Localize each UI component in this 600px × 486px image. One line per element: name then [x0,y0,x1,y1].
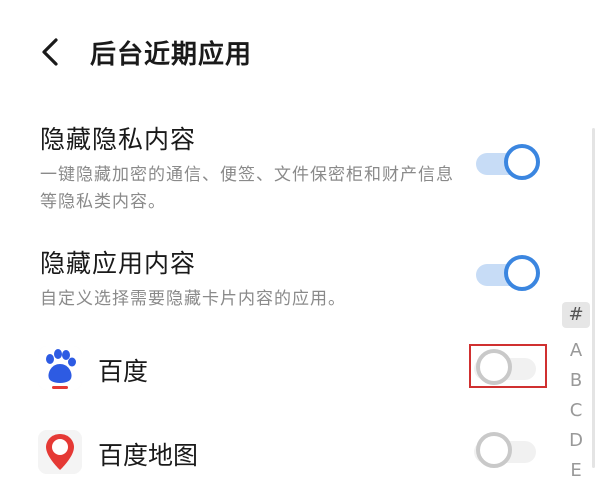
toggle-knob [504,144,540,180]
alphabet-index-bar: # A B C D E [562,302,590,486]
top-bar: 后台近期应用 [0,0,600,100]
baidu-icon [38,346,82,390]
index-item-e[interactable]: E [562,456,590,486]
toggle-knob [504,255,540,291]
app-name: 百度 [98,357,149,386]
index-item-hash[interactable]: # [562,302,590,328]
setting-title: 隐藏隐私内容 [40,125,197,154]
toggle-knob [476,432,512,468]
index-item-a[interactable]: A [562,336,590,366]
baidu-map-icon [38,430,82,474]
hide-private-content-toggle[interactable] [476,144,540,184]
app-name: 百度地图 [98,441,199,470]
page-title: 后台近期应用 [90,40,253,70]
chevron-left-icon [42,38,58,66]
hide-app-content-toggle[interactable] [476,255,540,295]
setting-hide-app-content: 隐藏应用内容 自定义选择需要隐藏卡片内容的应用。 [40,244,460,313]
setting-description: 一键隐藏加密的通信、便签、文件保密柜和财产信息等隐私类内容。 [40,165,454,212]
setting-hide-private-content: 隐藏隐私内容 一键隐藏加密的通信、便签、文件保密柜和财产信息等隐私类内容。 [40,120,460,216]
baidu-toggle[interactable] [474,349,536,389]
baidu-map-toggle[interactable] [474,432,536,472]
setting-title: 隐藏应用内容 [40,249,197,278]
scrollbar[interactable] [592,128,595,468]
index-item-c[interactable]: C [562,396,590,426]
index-item-d[interactable]: D [562,426,590,456]
toggle-knob [476,349,512,385]
back-button[interactable] [34,34,70,70]
index-item-b[interactable]: B [562,366,590,396]
setting-description: 自定义选择需要隐藏卡片内容的应用。 [40,289,346,309]
